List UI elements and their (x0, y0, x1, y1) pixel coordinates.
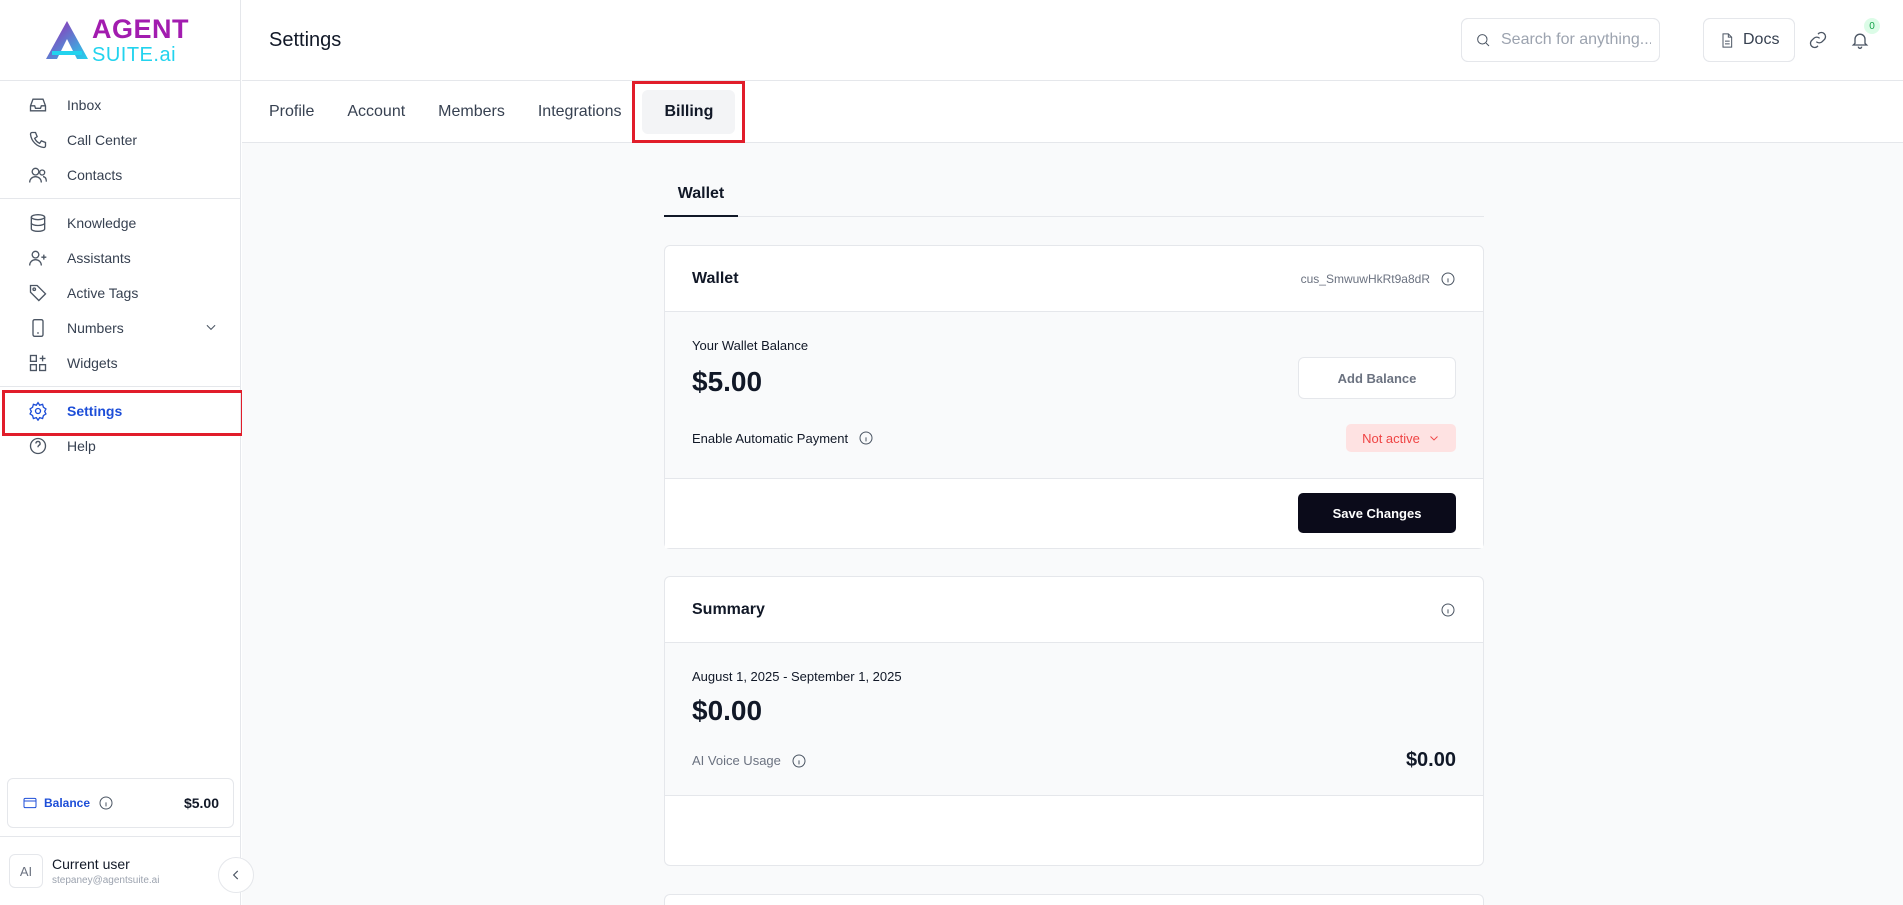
phone-icon (27, 129, 49, 151)
nav-group-settings: Settings Help (0, 387, 244, 469)
user-profile[interactable]: AI Current user stepaney@agentsuite.ai (0, 836, 241, 905)
ai-voice-usage-label: AI Voice Usage (692, 753, 781, 768)
summary-period: August 1, 2025 - September 1, 2025 (692, 669, 902, 684)
tab-profile[interactable]: Profile (257, 90, 326, 134)
gear-icon (27, 400, 49, 422)
notifications-button[interactable]: 0 (1849, 18, 1880, 51)
info-icon[interactable] (858, 430, 874, 446)
sidebar-item-label: Widgets (67, 354, 118, 371)
sidebar-item-label: Inbox (67, 96, 102, 113)
info-icon[interactable] (98, 795, 114, 811)
billing-subtabs: Wallet (664, 173, 1484, 217)
file-text-icon (1719, 32, 1735, 48)
sidebar-item-knowledge[interactable]: Knowledge (0, 205, 240, 240)
sidebar-item-widgets[interactable]: Widgets (0, 345, 240, 380)
sidebar-item-label: Assistants (67, 249, 131, 266)
database-icon (27, 212, 49, 234)
sidebar-item-label: Contacts (67, 166, 123, 183)
user-plus-icon (27, 247, 49, 269)
logo-icon (44, 19, 90, 61)
subtab-wallet[interactable]: Wallet (664, 173, 738, 217)
chevron-down-icon (1430, 436, 1438, 441)
tab-integrations[interactable]: Integrations (526, 90, 634, 134)
chevron-down-icon[interactable] (204, 320, 218, 337)
link-button[interactable] (1807, 29, 1829, 51)
sidebar-item-contacts[interactable]: Contacts (0, 157, 240, 192)
customer-id: cus_SmwuwHkRt9a8dR (1300, 271, 1430, 286)
summary-card: Summary August 1, 2025 - September 1, 20… (664, 576, 1484, 866)
sidebar-item-label: Settings (67, 402, 123, 419)
link-icon (1809, 31, 1827, 49)
info-icon[interactable] (791, 753, 807, 769)
sidebar: AGENT SUITE.ai Inbox Call Center Contact… (0, 0, 244, 905)
sidebar-item-settings[interactable]: Settings (0, 390, 244, 436)
sidebar-item-label: Active Tags (67, 284, 139, 301)
wallet-balance-amount: $5.00 (692, 366, 763, 397)
smartphone-icon (27, 317, 49, 339)
wallet-card-title: Wallet (692, 269, 739, 287)
sidebar-item-label: Knowledge (67, 214, 137, 231)
inbox-icon (27, 94, 49, 116)
brand-line1: AGENT (92, 13, 189, 44)
user-name: Current user (52, 856, 130, 872)
billing-content: Wallet Wallet cus_SmwuwHkRt9a8dR Your Wa… (242, 143, 1903, 905)
sidebar-item-active-tags[interactable]: Active Tags (0, 275, 240, 310)
save-changes-button[interactable]: Save Changes (1298, 493, 1456, 533)
sidebar-item-assistants[interactable]: Assistants (0, 240, 240, 275)
page-title: Settings (269, 28, 342, 51)
sidebar-balance[interactable]: Balance $5.00 (7, 778, 234, 828)
sidebar-item-call-center[interactable]: Call Center (0, 122, 240, 157)
search-input[interactable] (1501, 31, 1651, 49)
auto-pay-status-dropdown[interactable]: Not active (1346, 424, 1456, 452)
user-email: stepaney@agentsuite.ai (52, 875, 160, 886)
sidebar-item-help[interactable]: Help (0, 428, 240, 463)
bell-icon (1851, 33, 1869, 49)
widgets-icon (27, 352, 49, 374)
wallet-icon (22, 795, 38, 811)
next-card (664, 894, 1484, 905)
wallet-card: Wallet cus_SmwuwHkRt9a8dR Your Wallet Ba… (664, 245, 1484, 549)
tag-icon (27, 282, 49, 304)
info-icon[interactable] (1440, 602, 1456, 618)
documentation-button[interactable]: Docs (1703, 18, 1795, 62)
tab-account[interactable]: Account (335, 90, 417, 134)
balance-value: $5.00 (183, 795, 219, 811)
nav-group-tools: Knowledge Assistants Active Tags Numbers… (0, 199, 240, 387)
sidebar-item-numbers[interactable]: Numbers (0, 310, 240, 345)
nav-group-main: Inbox Call Center Contacts (0, 81, 240, 199)
sidebar-item-label: Call Center (67, 131, 138, 148)
collapse-sidebar-button[interactable] (218, 857, 254, 893)
sidebar-item-inbox[interactable]: Inbox (0, 87, 240, 122)
settings-tabs: Profile Account Members Integrations Bil… (242, 81, 1903, 143)
balance-label: Balance (44, 796, 91, 810)
brand-line2: SUITE.ai (92, 43, 177, 66)
wallet-balance-label: Your Wallet Balance (692, 338, 809, 353)
help-circle-icon (27, 435, 49, 457)
chevron-left-icon (232, 870, 239, 880)
info-icon[interactable] (1440, 271, 1456, 287)
brand-logo[interactable]: AGENT SUITE.ai (0, 0, 240, 81)
tab-billing[interactable]: Billing (632, 81, 746, 143)
avatar: AI (9, 854, 43, 888)
search-input-box[interactable] (1461, 18, 1660, 62)
summary-card-title: Summary (692, 600, 765, 618)
ai-voice-usage-value: $0.00 (1405, 749, 1456, 771)
sidebar-item-label: Numbers (67, 319, 124, 336)
summary-total: $0.00 (692, 695, 763, 726)
auto-pay-label: Enable Automatic Payment (692, 430, 849, 446)
sidebar-item-label: Help (67, 437, 96, 454)
add-balance-button[interactable]: Add Balance (1298, 357, 1456, 399)
docs-label: Docs (1743, 31, 1780, 48)
auto-pay-status: Not active (1362, 430, 1420, 446)
search-icon (1475, 32, 1491, 48)
tab-members[interactable]: Members (426, 90, 517, 134)
users-icon (27, 164, 49, 186)
notification-badge: 0 (1864, 18, 1880, 34)
